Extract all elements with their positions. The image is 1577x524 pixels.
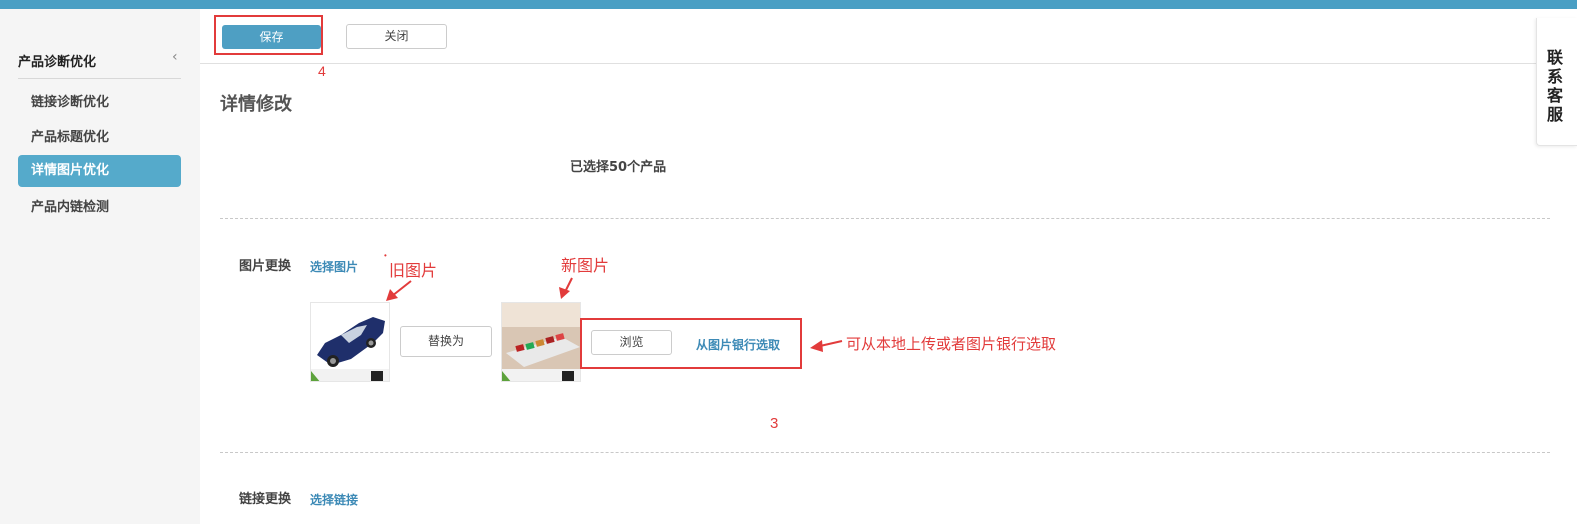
select-link-link[interactable]: 选择链接 [310, 491, 358, 508]
customer-service-tab[interactable]: 联系客服 [1536, 18, 1577, 146]
image-bank-link[interactable]: 从图片银行选取 [696, 336, 780, 353]
customer-service-label: 联系客服 [1546, 48, 1563, 124]
new-product-image [501, 302, 581, 382]
old-product-image [310, 302, 390, 382]
replace-with-button[interactable]: 替换为 [400, 326, 492, 357]
annotation-arrows [386, 277, 843, 352]
model-cars-icon [502, 303, 580, 381]
section-divider [220, 452, 1550, 453]
annotation-upload-hint: 可从本地上传或者图片银行选取 [846, 336, 1057, 353]
car-icon [311, 303, 389, 381]
annotation-step-3: 3 [770, 415, 779, 432]
link-replace-label: 链接更换 [239, 492, 292, 507]
browse-button[interactable]: 浏览 [591, 330, 672, 355]
